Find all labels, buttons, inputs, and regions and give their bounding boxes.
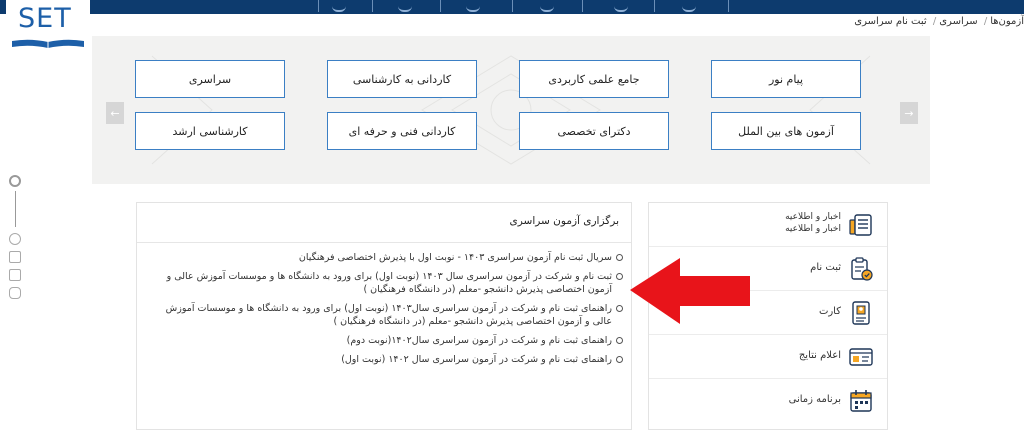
calendar-icon <box>850 390 872 412</box>
breadcrumb-national[interactable]: سراسری <box>939 16 977 27</box>
nav-item[interactable] <box>466 6 480 12</box>
breadcrumb-exams[interactable]: آزمون‌ها <box>990 16 1024 27</box>
results-icon <box>849 348 873 366</box>
book-icon <box>12 39 84 48</box>
breadcrumb: آزمون‌ها/ سراسری/ ثبت نام سراسری <box>851 16 1024 30</box>
menu-label: کارت <box>818 306 841 317</box>
nav-divider <box>372 0 373 12</box>
carousel-prev-button[interactable]: ← <box>106 102 124 124</box>
news-icon <box>849 214 872 236</box>
menu-label: ثبت نام <box>810 262 841 273</box>
news-link[interactable]: ثبت نام و شرکت در آزمون سراسری سال ۱۴۰۳ … <box>151 270 612 296</box>
bullet-icon <box>616 254 623 261</box>
menu-label: اخبار و اطلاعیه اخبار و اطلاعیه <box>785 211 841 235</box>
breadcrumb-separator: / <box>983 16 988 27</box>
nav-divider <box>654 0 655 12</box>
menu-item-results[interactable]: اعلام نتایج <box>649 335 887 379</box>
bullet-icon <box>616 356 623 363</box>
set-logo[interactable]: SET <box>6 0 90 52</box>
menu-label-primary: اخبار و اطلاعیه <box>785 212 841 222</box>
nav-divider <box>728 0 729 12</box>
card-icon <box>852 301 870 325</box>
menu-label: اعلام نتایج <box>798 350 841 361</box>
menu-label: برنامه زمانی <box>788 394 841 405</box>
tile-doctorate[interactable]: دکترای تخصصی <box>519 112 669 150</box>
nav-divider <box>440 0 441 12</box>
menu-item-schedule[interactable]: برنامه زمانی <box>649 379 887 423</box>
carousel-next-button[interactable]: → <box>900 102 918 124</box>
nav-divider <box>318 0 319 12</box>
tile-international-exams[interactable]: آزمون های بین الملل <box>711 112 861 150</box>
list-item[interactable]: ثبت نام و شرکت در آزمون سراسری سال ۱۴۰۳ … <box>151 270 623 296</box>
news-link[interactable]: سریال ثبت نام آزمون سراسری ۱۴۰۳ - نوبت ا… <box>151 251 612 264</box>
breadcrumb-current: ثبت نام سراسری <box>854 16 927 27</box>
menu-label-secondary: اخبار و اطلاعیه <box>785 224 841 234</box>
tile-technical-vocational[interactable]: کاردانی فنی و حرفه ای <box>327 112 477 150</box>
news-link[interactable]: راهنمای ثبت نام و شرکت در آزمون سراسری س… <box>151 353 612 366</box>
exam-category-carousel <box>92 36 930 184</box>
tile-kardani-be-karshenasi[interactable]: کاردانی به کارشناسی <box>327 60 477 98</box>
list-item[interactable]: راهنمای ثبت نام و شرکت در آزمون سراسری س… <box>151 302 623 328</box>
nav-item[interactable] <box>682 6 696 12</box>
news-link[interactable]: راهنمای ثبت نام و شرکت در آزمون سراسری س… <box>151 334 612 347</box>
list-item[interactable]: راهنمای ثبت نام و شرکت در آزمون سراسری س… <box>151 353 623 366</box>
toolbar-divider <box>15 191 16 227</box>
bullet-icon <box>616 305 623 312</box>
gear-icon[interactable] <box>9 175 21 187</box>
tile-elmi-karbordi[interactable]: جامع علمی کاربردی <box>519 60 669 98</box>
nav-divider <box>582 0 583 12</box>
red-arrow-icon <box>630 258 750 324</box>
breadcrumb-separator: / <box>932 16 937 27</box>
nav-item[interactable] <box>398 6 412 12</box>
bullet-icon <box>616 337 623 344</box>
chat-icon[interactable] <box>9 287 21 299</box>
top-nav-bar <box>0 0 1024 14</box>
registration-icon <box>851 257 873 281</box>
news-list: سریال ثبت نام آزمون سراسری ۱۴۰۳ - نوبت ا… <box>137 251 631 372</box>
print-icon[interactable] <box>9 269 21 281</box>
tile-payame-noor[interactable]: پیام نور <box>711 60 861 98</box>
list-item[interactable]: سریال ثبت نام آزمون سراسری ۱۴۰۳ - نوبت ا… <box>151 251 623 264</box>
list-item[interactable]: راهنمای ثبت نام و شرکت در آزمون سراسری س… <box>151 334 623 347</box>
menu-item-news[interactable]: اخبار و اطلاعیه اخبار و اطلاعیه <box>649 203 887 247</box>
tile-masters[interactable]: کارشناسی ارشد <box>135 112 285 150</box>
panel-title: برگزاری آزمون سراسری <box>137 203 631 243</box>
logo-text: SET <box>18 3 72 34</box>
decorative-pattern <box>151 55 871 165</box>
nav-item[interactable] <box>332 6 346 12</box>
news-panel: برگزاری آزمون سراسری سریال ثبت نام آزمون… <box>136 202 632 430</box>
nav-item[interactable] <box>614 6 628 12</box>
nav-divider <box>512 0 513 12</box>
nav-item[interactable] <box>540 6 554 12</box>
tile-sarasari[interactable]: سراسری <box>135 60 285 98</box>
document-icon[interactable] <box>9 251 21 263</box>
news-link[interactable]: راهنمای ثبت نام و شرکت در آزمون سراسری س… <box>151 302 612 328</box>
bullet-icon <box>616 273 623 280</box>
accessibility-icon[interactable] <box>9 233 21 245</box>
